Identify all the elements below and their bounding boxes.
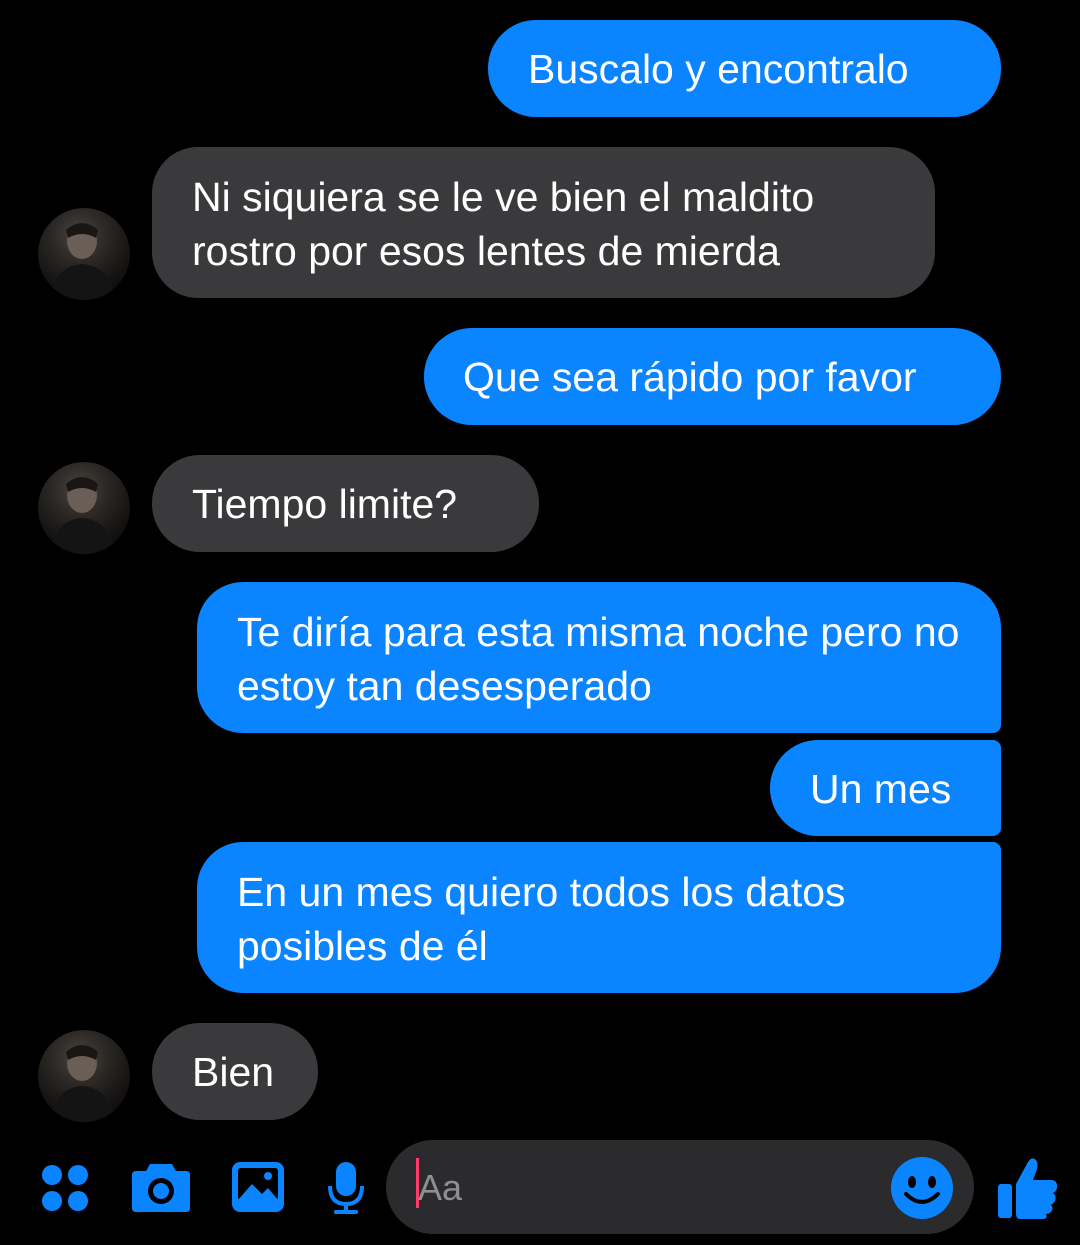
message-bubble-incoming[interactable]: Bien bbox=[152, 1023, 318, 1120]
message-bubble-outgoing[interactable]: Que sea rápido por favor bbox=[424, 328, 1001, 425]
person-silhouette-icon bbox=[50, 223, 116, 300]
contact-avatar[interactable] bbox=[38, 462, 130, 554]
camera-icon[interactable] bbox=[130, 1160, 192, 1219]
message-input[interactable]: Aa bbox=[386, 1140, 974, 1234]
message-input-placeholder: Aa bbox=[418, 1167, 463, 1208]
thumbs-up-icon[interactable] bbox=[996, 1154, 1060, 1225]
message-bubble-incoming[interactable]: Tiempo limite? bbox=[152, 455, 539, 552]
message-bubble-outgoing[interactable]: Un mes bbox=[770, 740, 1001, 836]
gallery-icon[interactable] bbox=[230, 1160, 286, 1219]
person-silhouette-icon bbox=[50, 1045, 116, 1122]
message-bubble-outgoing[interactable]: En un mes quiero todos los datos posible… bbox=[197, 842, 1001, 993]
message-bubble-outgoing[interactable]: Te diría para esta misma noche pero no e… bbox=[197, 582, 1001, 733]
person-silhouette-icon bbox=[50, 477, 116, 554]
contact-avatar[interactable] bbox=[38, 1030, 130, 1122]
message-bubble-outgoing[interactable]: Buscalo y encontralo bbox=[488, 20, 1001, 117]
emoji-icon[interactable] bbox=[890, 1156, 954, 1225]
contact-avatar[interactable] bbox=[38, 208, 130, 300]
apps-grid-icon[interactable] bbox=[40, 1163, 90, 1218]
message-bubble-incoming[interactable]: Ni siquiera se le ve bien el maldito ros… bbox=[152, 147, 935, 298]
microphone-icon[interactable] bbox=[326, 1160, 366, 1221]
